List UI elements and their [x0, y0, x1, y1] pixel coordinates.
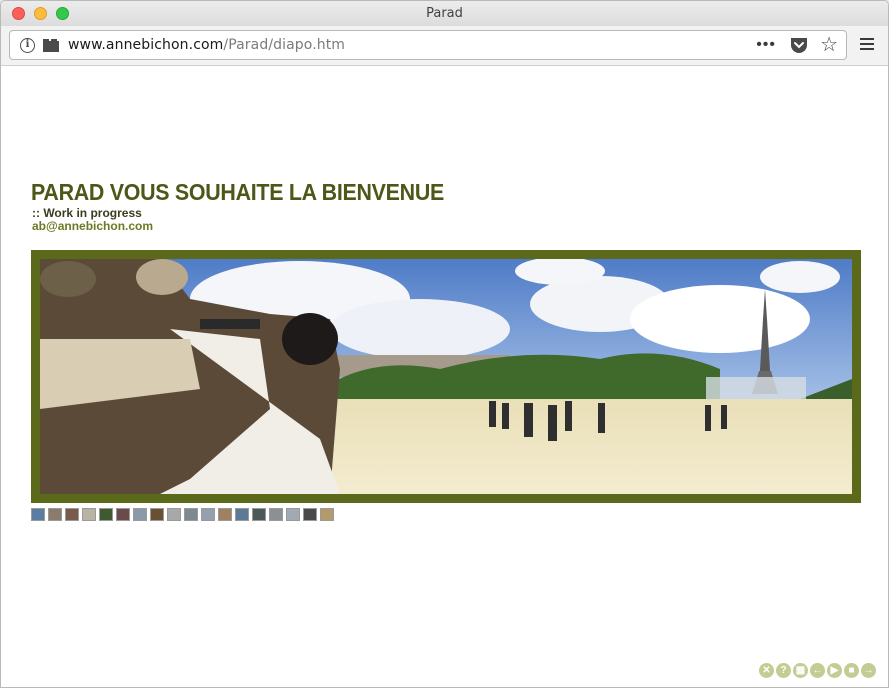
thumbnail-13[interactable]	[235, 508, 249, 521]
previous-icon[interactable]: ←	[810, 663, 825, 678]
grid-icon[interactable]: ▦	[793, 663, 808, 678]
thumbnail-6[interactable]	[116, 508, 130, 521]
window-title: Parad	[426, 6, 463, 21]
info-icon[interactable]: i	[20, 38, 35, 53]
stop-icon[interactable]: ■	[844, 663, 859, 678]
thumbnail-12[interactable]	[218, 508, 232, 521]
thumbnail-7[interactable]	[133, 508, 147, 521]
next-icon[interactable]: →	[861, 663, 876, 678]
thumbnail-4[interactable]	[82, 508, 96, 521]
work-in-progress-text: :: Work in progress	[32, 206, 142, 220]
pocket-icon[interactable]	[790, 37, 808, 54]
thumbnail-18[interactable]	[320, 508, 334, 521]
close-icon[interactable]: ✕	[759, 663, 774, 678]
bookmark-star-icon[interactable]: ☆	[820, 34, 838, 56]
slideshow-controls: ✕? ▦ ← ▶ ■ →	[759, 663, 876, 678]
page-icon	[43, 39, 59, 52]
thumbnail-5[interactable]	[99, 508, 113, 521]
url-path: /Parad/diapo.htm	[223, 37, 346, 53]
panorama-image	[40, 259, 852, 494]
thumbnail-3[interactable]	[65, 508, 79, 521]
page-title: PARAD VOUS SOUHAITE LA BIENVENUE	[31, 179, 444, 205]
thumbnail-11[interactable]	[201, 508, 215, 521]
address-bar[interactable]: i www.annebichon.com/Parad/diapo.htm •••…	[9, 30, 847, 60]
browser-window: Parad i www.annebichon.com/Parad/diapo.h…	[0, 0, 889, 688]
thumbnail-8[interactable]	[150, 508, 164, 521]
thumbnail-9[interactable]	[167, 508, 181, 521]
thumbnail-strip	[31, 508, 334, 522]
hamburger-menu-icon[interactable]	[860, 38, 874, 52]
thumbnail-2[interactable]	[48, 508, 62, 521]
url-text[interactable]: www.annebichon.com/Parad/diapo.htm	[68, 31, 345, 60]
play-icon[interactable]: ▶	[827, 663, 842, 678]
page-content: PARAD VOUS SOUHAITE LA BIENVENUE :: Work…	[1, 67, 888, 687]
thumbnail-17[interactable]	[303, 508, 317, 521]
browser-toolbar: i www.annebichon.com/Parad/diapo.htm •••…	[1, 26, 888, 66]
thumbnail-15[interactable]	[269, 508, 283, 521]
slideshow-frame	[31, 250, 861, 503]
close-window-button[interactable]	[12, 7, 25, 20]
help-icon[interactable]: ?	[776, 663, 791, 678]
panorama-photo	[40, 259, 852, 494]
thumbnail-16[interactable]	[286, 508, 300, 521]
thumbnail-10[interactable]	[184, 508, 198, 521]
maximize-window-button[interactable]	[56, 7, 69, 20]
thumbnail-1[interactable]	[31, 508, 45, 521]
thumbnail-14[interactable]	[252, 508, 266, 521]
email-link[interactable]: ab@annebichon.com	[32, 219, 153, 233]
more-actions-icon[interactable]: •••	[756, 36, 776, 54]
url-host: www.annebichon.com	[68, 37, 224, 53]
minimize-window-button[interactable]	[34, 7, 47, 20]
title-bar: Parad	[1, 1, 888, 26]
